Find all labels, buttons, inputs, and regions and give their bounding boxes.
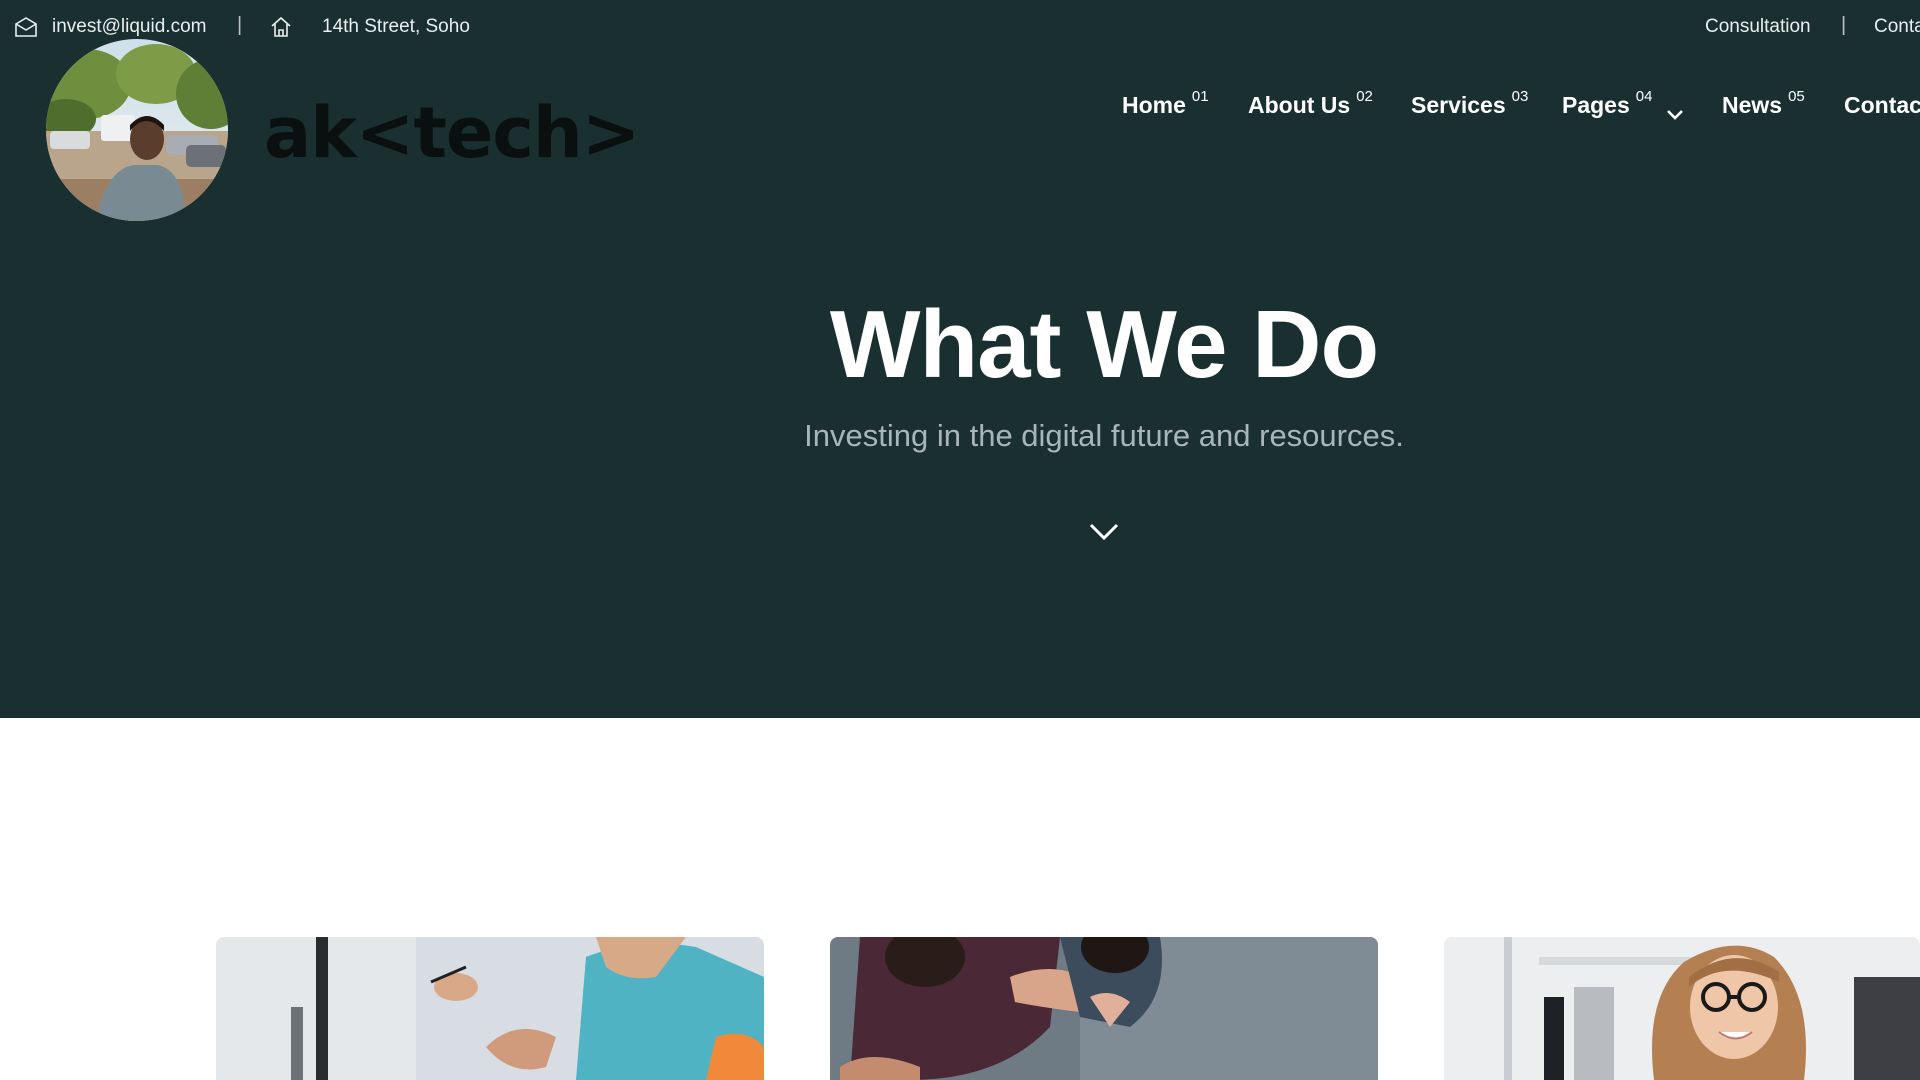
nav-home[interactable]: Home 01	[1122, 88, 1209, 119]
address-text: 14th Street, Soho	[322, 16, 470, 37]
divider: |	[1841, 14, 1847, 36]
nav-number: 02	[1356, 88, 1373, 105]
address-link[interactable]: 14th Street, Soho	[270, 16, 470, 38]
scroll-down-icon[interactable]	[1088, 520, 1120, 544]
nav-pages[interactable]: Pages 04	[1562, 88, 1684, 127]
consultation-label: Consultation	[1705, 16, 1811, 37]
service-card-image[interactable]	[830, 937, 1378, 1080]
contact-link[interactable]: Conta	[1874, 16, 1920, 38]
page-title: What We Do	[829, 291, 1379, 398]
nav-label: Pages	[1562, 92, 1630, 118]
nav-contact[interactable]: Contac	[1844, 92, 1920, 119]
divider: |	[237, 14, 243, 36]
nav-label: Home	[1122, 92, 1186, 118]
top-bar: invest@liquid.com | 14th Street, Soho Co…	[0, 0, 1920, 54]
consultation-link[interactable]: Consultation	[1705, 16, 1811, 38]
nav-about-us[interactable]: About Us 02	[1248, 88, 1373, 119]
nav-label: About Us	[1248, 92, 1351, 118]
email-text: invest@liquid.com	[52, 16, 207, 37]
nav-label: News	[1722, 92, 1783, 118]
main-nav: Home 01 About Us 02 Services 03 Pages 04 New…	[0, 88, 1920, 132]
contact-label: Conta	[1874, 16, 1920, 37]
service-card-image[interactable]	[216, 937, 764, 1080]
mail-icon	[14, 16, 38, 38]
nav-label: Services	[1411, 92, 1506, 118]
nav-number: 05	[1788, 88, 1805, 105]
nav-news[interactable]: News 05	[1722, 88, 1805, 119]
chevron-down-icon	[1666, 100, 1684, 127]
nav-number: 01	[1191, 88, 1209, 105]
nav-number: 04	[1635, 88, 1653, 105]
service-card-image[interactable]	[1444, 937, 1920, 1080]
nav-services[interactable]: Services 03	[1411, 88, 1528, 119]
nav-number: 03	[1511, 88, 1529, 105]
home-icon	[270, 16, 292, 38]
nav-label: Contac	[1844, 92, 1920, 118]
page-subtitle: Investing in the digital future and reso…	[804, 418, 1404, 453]
email-link[interactable]: invest@liquid.com	[14, 16, 206, 38]
